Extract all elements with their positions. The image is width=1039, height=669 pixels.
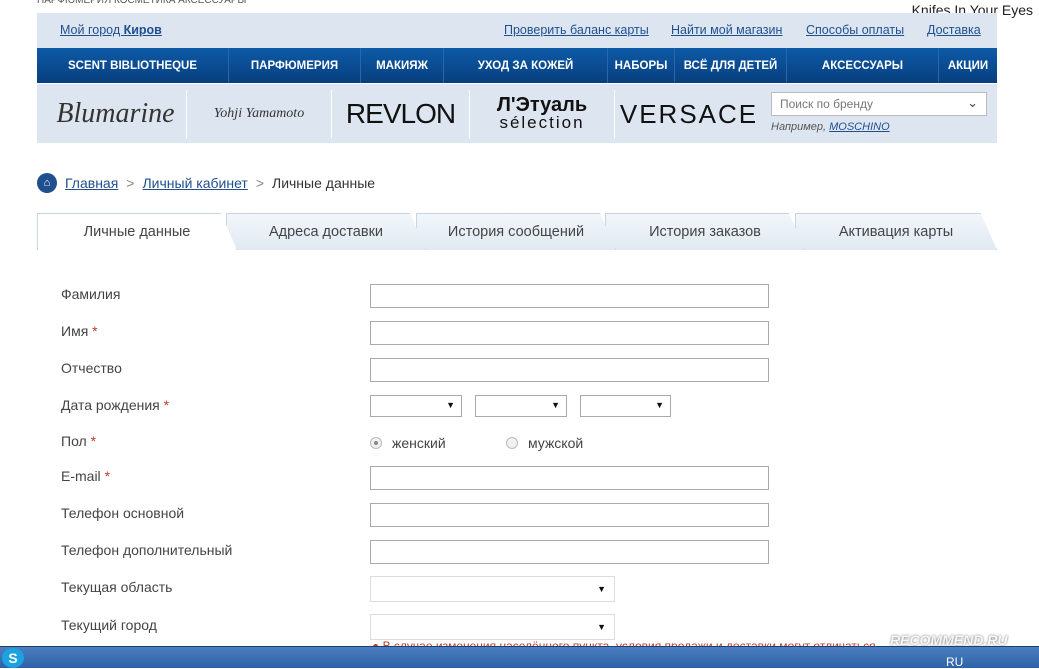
birth-day-select[interactable]: ▼ [370,395,462,417]
brand-blumarine[interactable]: Blumarine [45,90,187,138]
required-mark: * [92,323,98,339]
delivery-link[interactable]: Доставка [927,23,981,37]
label-birth-date: Дата рождения * [61,397,169,413]
label-last-name: Фамилия [61,286,121,302]
label-text: Дата рождения [61,397,160,413]
nav-scent[interactable]: SCENT BIBLIOTHEQUE [37,48,229,83]
email-input[interactable] [370,466,769,490]
label-email: E-mail * [61,468,110,484]
top-links-bar: Мой город Киров Проверить баланс карты Н… [37,13,997,48]
required-mark: * [90,433,97,449]
main-nav: SCENT BIBLIOTHEQUE ПАРФЮМЕРИЯ МАКИЯЖ УХО… [37,48,997,83]
dropdown-arrow-icon: ▼ [446,400,455,410]
example-brand-link[interactable]: MOSCHINO [829,121,890,133]
radio-unchecked-icon [506,437,518,449]
region-select[interactable]: ▼ [370,576,615,602]
taskbar [0,646,1039,668]
breadcrumb-home[interactable]: Главная [65,175,118,191]
label-first-name: Имя * [61,323,98,339]
dropdown-arrow-icon: ▼ [655,400,664,410]
nav-makeup[interactable]: МАКИЯЖ [361,48,444,83]
language-indicator[interactable]: RU [946,655,963,669]
extra-phone-input[interactable] [370,540,769,564]
nav-sales[interactable]: АКЦИИ [939,48,997,83]
label-city: Текущий город [61,617,157,633]
label-region: Текущая область [61,579,173,595]
patronymic-input[interactable] [370,358,769,382]
label-text: Имя [61,323,89,339]
chevron-right-icon: > [126,175,135,191]
brand-hint: Например, MOSCHINO [771,121,890,133]
find-store-link[interactable]: Найти мой магазин [671,23,782,37]
label-text: Пол [61,433,87,449]
hint-label: Например, [771,121,827,133]
required-mark: * [104,468,111,484]
label-text: E-mail [61,468,101,484]
payment-methods-link[interactable]: Способы оплаты [806,23,904,37]
first-name-input[interactable] [370,321,769,345]
home-icon[interactable]: ⌂ [37,173,57,193]
chevron-down-icon: ⌄ [967,95,978,110]
skype-icon[interactable]: S [2,648,24,668]
nav-accessories[interactable]: АКСЕССУАРЫ [787,48,939,83]
gender-female-radio[interactable]: женский [370,435,446,451]
recommend-watermark: RECOMMEND.RU [890,632,1008,648]
selection-logo-text: sélection [499,113,585,132]
brand-revlon[interactable]: REVLON [332,90,470,138]
radio-label: женский [392,435,446,451]
cut-header-text: ПАРФЮМЕРИЯ КОСМЕТИКА АКСЕССУАРЫ [37,0,247,6]
required-mark: * [163,397,170,413]
brand-search-select[interactable]: Поиск по бренду ⌄ [771,92,987,116]
chevron-right-icon: > [255,175,264,191]
main-phone-input[interactable] [370,503,769,527]
tab-card-activation[interactable]: Активация карты [795,213,997,250]
nav-sets[interactable]: НАБОРЫ [608,48,675,83]
dropdown-arrow-icon: ▼ [551,400,560,410]
dropdown-arrow-icon: ▼ [597,622,606,632]
breadcrumb-current: Личные данные [272,175,376,191]
gender-male-radio[interactable]: мужской [506,435,583,451]
brand-letoile[interactable]: Л'Этуаль sélection [470,90,615,138]
nav-kids[interactable]: ВСЁ ДЛЯ ДЕТЕЙ [675,48,787,83]
brand-versace[interactable]: VERSACE [615,90,763,138]
label-patronymic: Отчество [61,360,122,376]
brand-search-placeholder: Поиск по бренду [780,97,873,111]
tab-order-history[interactable]: История заказов [605,213,805,250]
brand-yohji[interactable]: Yohji Yamamoto [187,90,332,138]
tab-personal-data[interactable]: Личные данные [37,213,237,250]
tab-message-history[interactable]: История сообщений [416,213,616,250]
last-name-input[interactable] [370,284,769,308]
city-prefix: Мой город [60,23,124,37]
label-main-phone: Телефон основной [61,505,185,521]
label-gender: Пол * [61,433,96,449]
breadcrumb-account[interactable]: Личный кабинет [142,175,247,191]
radio-label: мужской [528,435,584,451]
brand-bar: Blumarine Yohji Yamamoto REVLON Л'Этуаль… [37,84,997,143]
nav-skincare[interactable]: УХОД ЗА КОЖЕЙ [444,48,608,83]
letoile-logo-text: Л'Этуаль [496,94,588,116]
city-name: Киров [123,23,162,37]
nav-perfume[interactable]: ПАРФЮМЕРИЯ [229,48,361,83]
birth-month-select[interactable]: ▼ [475,395,567,417]
dropdown-arrow-icon: ▼ [597,584,606,594]
city-select[interactable]: ▼ [370,614,615,640]
check-balance-link[interactable]: Проверить баланс карты [504,23,649,37]
label-extra-phone: Телефон дополнительный [61,542,233,558]
birth-year-select[interactable]: ▼ [580,395,671,417]
my-city-link[interactable]: Мой город Киров [60,23,162,37]
tab-delivery-addresses[interactable]: Адреса доставки [226,213,426,250]
breadcrumb: ⌂ Главная > Личный кабинет > Личные данные [37,173,375,193]
radio-checked-icon [370,437,382,449]
